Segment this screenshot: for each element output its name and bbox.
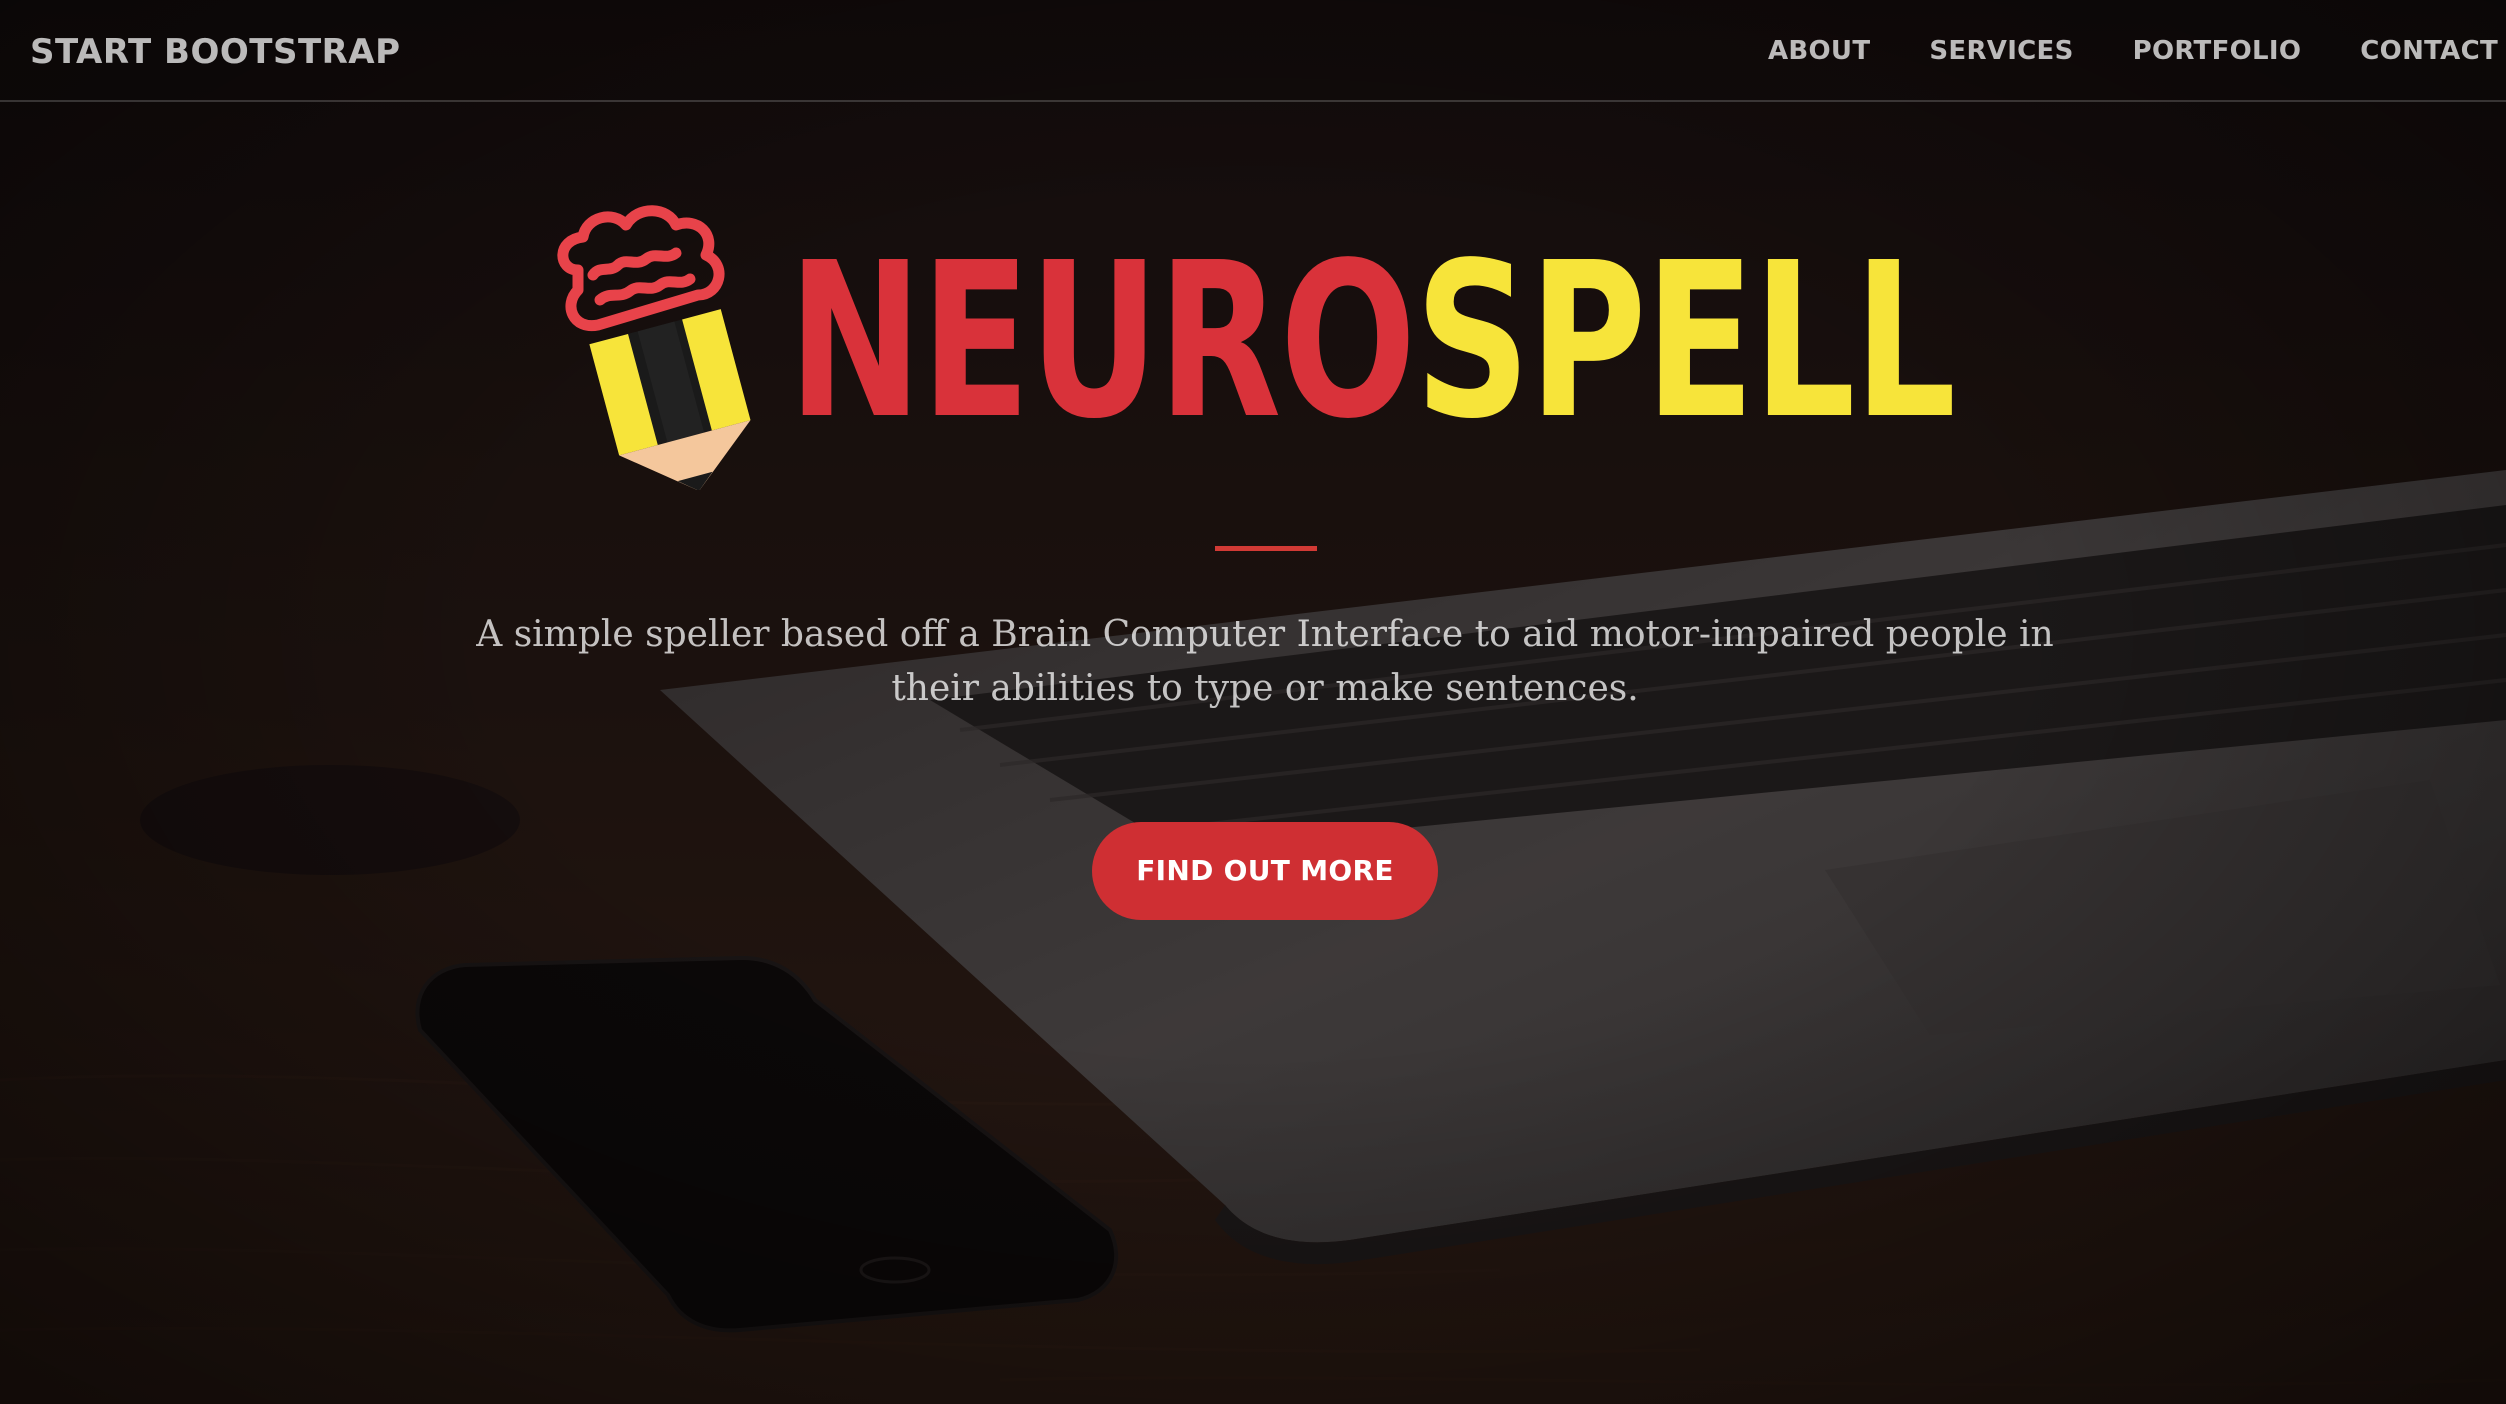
logo-word-neuro: NEURO	[788, 217, 1416, 466]
brain-pencil-icon	[557, 205, 751, 490]
logo-word-spell: SPELL	[1414, 217, 1956, 466]
landing-page: START BOOTSTRAP ABOUT SERVICES PORTFOLIO…	[0, 0, 2506, 1404]
nav-links: ABOUT SERVICES PORTFOLIO CONTACT	[1709, 0, 2506, 102]
nav-link-portfolio[interactable]: PORTFOLIO	[2133, 36, 2302, 66]
hero-divider	[1215, 546, 1317, 551]
find-out-more-button[interactable]: FIND OUT MORE	[1092, 822, 1438, 920]
logo-wordmark: NEUROSPELL	[788, 235, 1956, 449]
hero-subtitle: A simple speller based off a Brain Compu…	[476, 614, 2054, 709]
nav-link-services[interactable]: SERVICES	[1929, 36, 2073, 66]
nav-link-about[interactable]: ABOUT	[1768, 36, 1870, 66]
top-navbar: START BOOTSTRAP ABOUT SERVICES PORTFOLIO…	[0, 0, 2506, 102]
nav-link-contact[interactable]: CONTACT	[2360, 36, 2498, 66]
neurospell-logo: NEUROSPELL	[538, 195, 1978, 490]
brand-link[interactable]: START BOOTSTRAP	[30, 0, 401, 102]
